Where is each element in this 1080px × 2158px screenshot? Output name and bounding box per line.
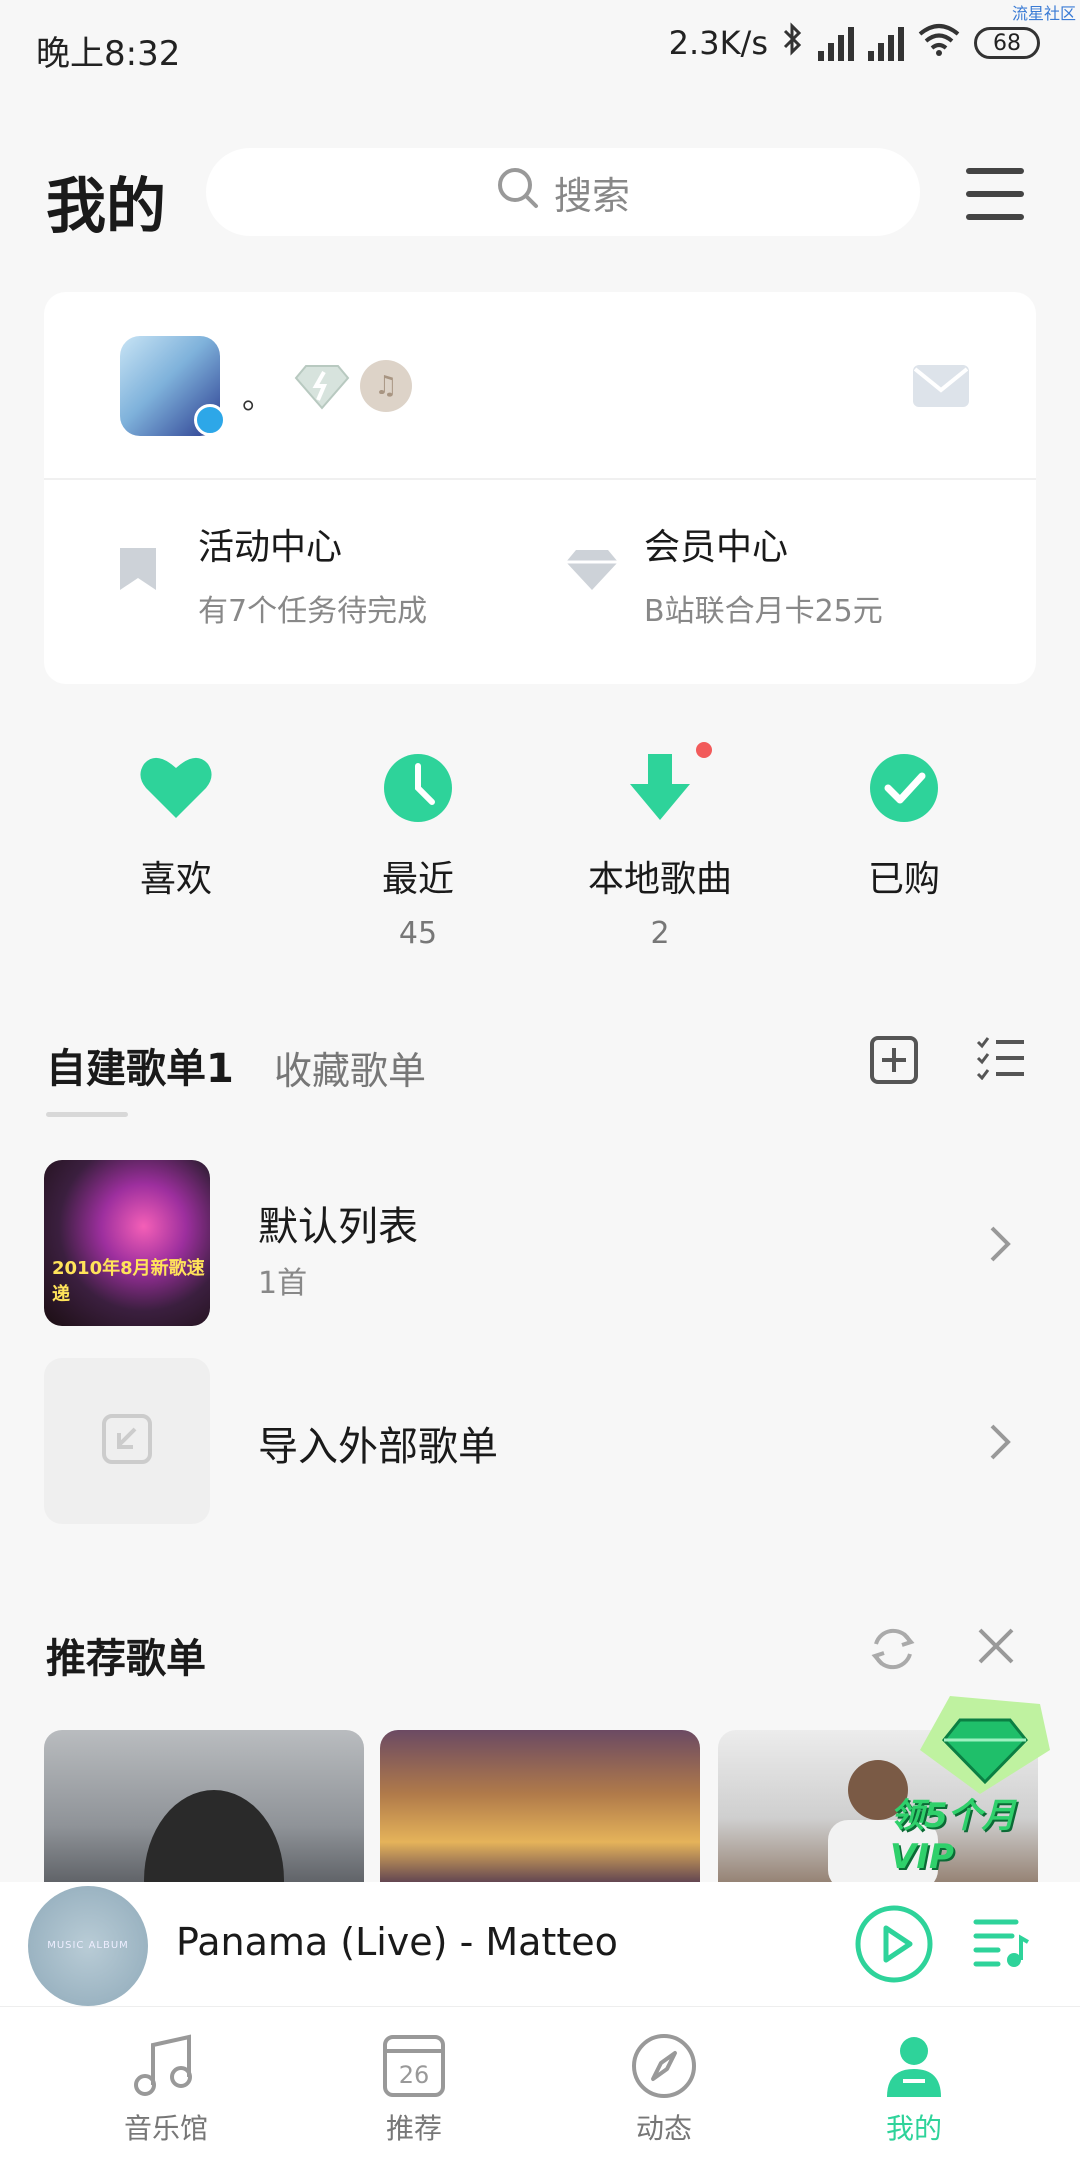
music-note-icon — [131, 2031, 201, 2101]
mini-player[interactable]: MUSIC ALBUM Panama (Live) - Matteo — [0, 1882, 1080, 2006]
search-placeholder: 搜索 — [553, 173, 630, 218]
import-icon — [101, 1413, 153, 1469]
profile-card: 。 ♫ 活动中心 有7个任务待完成 会员中心 B站联合月卡25元 — [44, 292, 1036, 684]
menu-icon[interactable] — [966, 168, 1024, 220]
bluetooth-icon — [782, 22, 804, 64]
quick-count: 2 — [650, 916, 670, 951]
qq-badge-icon — [194, 404, 226, 436]
music-badge-icon[interactable]: ♫ — [360, 360, 412, 412]
recommended-playlist-card[interactable] — [44, 1730, 364, 1890]
tab-created-playlists[interactable]: 自建歌单1 — [46, 1036, 234, 1094]
gem-icon — [920, 1696, 1050, 1794]
disc-caption: MUSIC ALBUM — [47, 1940, 129, 1951]
quick-label: 最近 — [381, 859, 454, 900]
battery-indicator: 68 — [974, 27, 1040, 59]
nav-label: 推荐 — [385, 2112, 442, 2145]
playlist-queue-icon[interactable] — [972, 1912, 1032, 1976]
tab-collected-playlists[interactable]: 收藏歌单 — [274, 1040, 426, 1095]
play-icon[interactable] — [854, 1904, 934, 1988]
playlist-row-default[interactable]: 2010年8月新歌速递 默认列表 1首 — [44, 1160, 1036, 1326]
quick-like[interactable]: 喜欢 — [76, 748, 276, 916]
cover-caption: 2010年8月新歌速递 — [52, 1258, 205, 1305]
download-icon — [620, 742, 712, 828]
now-playing-title[interactable]: Panama (Live) - Matteo — [176, 1920, 618, 1964]
status-bar: 晚上8:32 2.3K/s 68 流星社区 — [0, 0, 1080, 96]
playlist-title: 默认列表 — [258, 1204, 418, 1250]
bottom-nav: 音乐馆 26 推荐 动态 我的 — [0, 2006, 1080, 2158]
search-icon — [496, 166, 540, 219]
import-thumb — [44, 1358, 210, 1524]
nav-label: 音乐馆 — [123, 2112, 208, 2145]
quick-label: 已购 — [867, 859, 940, 900]
nav-feed[interactable]: 动态 — [584, 2031, 744, 2147]
clock-icon — [378, 748, 458, 828]
playlist-tabs: 自建歌单1 收藏歌单 — [46, 1036, 1036, 1126]
wifi-icon — [918, 22, 960, 64]
member-title: 会员中心 — [644, 527, 789, 568]
signal-icon — [868, 25, 904, 61]
add-playlist-icon[interactable] — [870, 1036, 918, 1088]
chevron-right-icon — [988, 1422, 1012, 1466]
close-icon[interactable] — [976, 1626, 1016, 1670]
quick-recent[interactable]: 最近 45 — [318, 748, 518, 951]
recommended-title: 推荐歌单 — [46, 1636, 206, 1682]
playlist-cover: 2010年8月新歌速递 — [44, 1160, 210, 1326]
album-disc[interactable]: MUSIC ALBUM — [28, 1886, 148, 2006]
notification-dot — [696, 742, 712, 758]
quick-purchased[interactable]: 已购 — [804, 748, 1004, 916]
quick-label: 本地歌曲 — [587, 859, 732, 900]
heart-icon — [136, 748, 216, 828]
diamond-icon — [564, 548, 620, 596]
user-icon — [879, 2031, 949, 2101]
bookmark-icon — [118, 546, 158, 596]
network-speed: 2.3K/s — [668, 24, 768, 62]
nav-music-hall[interactable]: 音乐馆 — [86, 2031, 246, 2147]
calendar-icon: 26 — [379, 2031, 449, 2101]
header: 我的 搜索 — [0, 140, 1080, 250]
quick-count: 45 — [398, 916, 438, 951]
nav-label: 动态 — [635, 2112, 692, 2145]
compass-icon — [629, 2031, 699, 2101]
chevron-right-icon — [988, 1224, 1012, 1268]
status-icons: 2.3K/s 68 — [669, 22, 1040, 64]
nav-recommend[interactable]: 26 推荐 — [334, 2031, 494, 2147]
nav-mine[interactable]: 我的 — [834, 2031, 994, 2147]
playlist-row-import[interactable]: 导入外部歌单 — [44, 1358, 1036, 1524]
vip-promo-text: 领5个月VIP — [890, 1796, 1016, 1877]
card-divider — [44, 478, 1036, 480]
nav-label: 我的 — [885, 2112, 942, 2145]
username[interactable]: 。 — [242, 372, 274, 418]
refresh-icon[interactable] — [868, 1624, 918, 1678]
search-bar[interactable]: 搜索 — [206, 148, 920, 236]
status-time: 晚上8:32 — [36, 34, 181, 74]
calendar-day: 26 — [399, 2061, 430, 2089]
activity-subtitle: 有7个任务待完成 — [198, 594, 428, 629]
recommended-playlist-card[interactable] — [380, 1730, 700, 1890]
manage-list-icon[interactable] — [976, 1036, 1026, 1084]
mail-icon[interactable] — [912, 364, 970, 412]
page-title: 我的 — [46, 172, 166, 242]
playlist-title: 导入外部歌单 — [258, 1424, 498, 1470]
signal-hd-icon — [818, 25, 854, 61]
check-circle-icon — [864, 748, 944, 828]
activity-title: 活动中心 — [198, 527, 343, 568]
watermark-text: 流星社区 — [1011, 4, 1076, 23]
quick-local-songs[interactable]: 本地歌曲 2 — [560, 742, 760, 951]
quick-label: 喜欢 — [139, 859, 212, 900]
tab-indicator — [46, 1112, 128, 1117]
playlist-count: 1首 — [258, 1266, 308, 1301]
vip-promo-badge[interactable]: 领5个月VIP — [890, 1690, 1060, 1877]
diamond-badge-icon[interactable] — [294, 362, 350, 414]
member-subtitle: B站联合月卡25元 — [644, 594, 883, 629]
